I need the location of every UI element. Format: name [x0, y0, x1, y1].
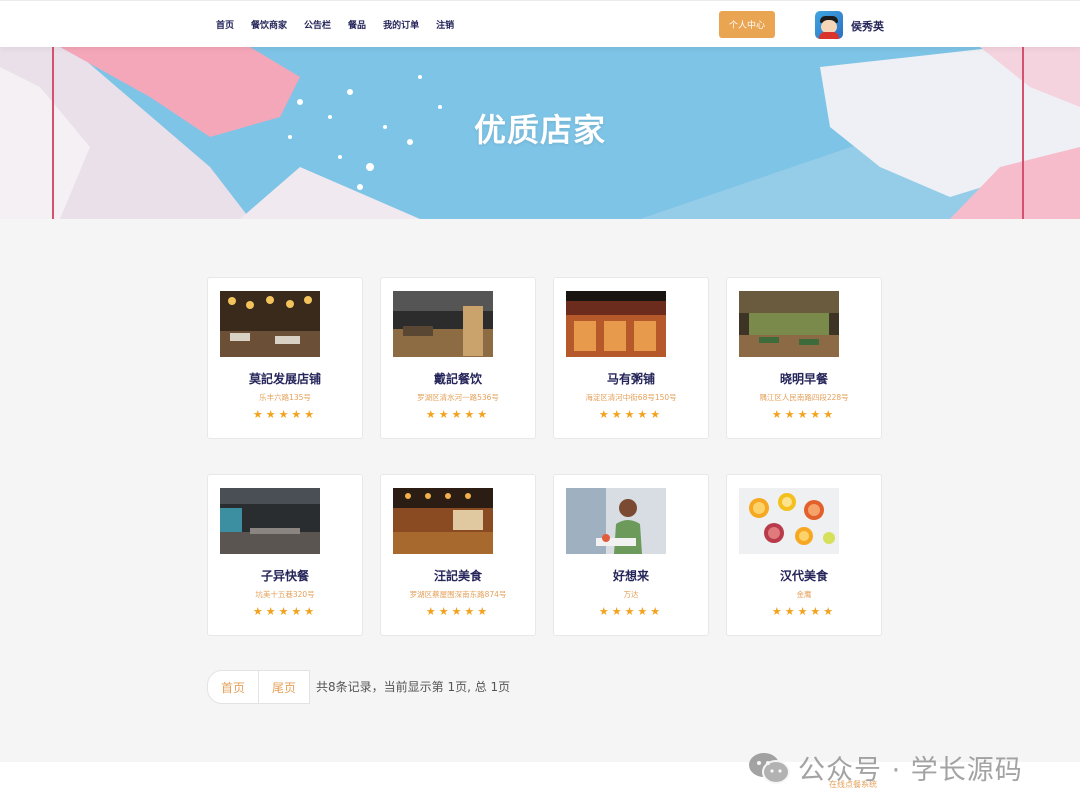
store-name: 子异快餐 — [260, 569, 309, 583]
wechat-icon — [749, 752, 790, 784]
top-navbar: 首页 餐饮商家 公告栏 餐品 我的订单 注销 个人中心 侯秀英 — [0, 0, 1080, 47]
store-photo — [566, 488, 666, 554]
store-address: 金鹰 — [796, 590, 812, 599]
nav-dishes[interactable]: 餐品 — [348, 18, 366, 31]
store-card[interactable]: 戴記餐饮 罗湖区清水河一路536号 ★★★★★ — [380, 277, 536, 439]
nav-my-orders[interactable]: 我的订单 — [383, 18, 419, 31]
username[interactable]: 侯秀英 — [851, 18, 884, 34]
watermark: 公众号 · 学长源码 — [748, 748, 1023, 787]
star-rating: ★★★★★ — [598, 408, 664, 421]
banner-title: 优质店家 — [473, 111, 606, 149]
nav-announcements[interactable]: 公告栏 — [304, 18, 331, 31]
store-card[interactable]: 马有粥铺 海淀区清河中街68号150号 ★★★★★ — [553, 277, 709, 439]
user-avatar[interactable] — [815, 11, 843, 39]
watermark-text: 公众号 · 学长源码 — [798, 755, 1023, 786]
store-card[interactable]: 汪記美食 罗湖区蔡屋围深南东路874号 ★★★★★ — [380, 474, 536, 636]
store-name: 好想来 — [612, 569, 649, 583]
store-name: 晓明早餐 — [779, 372, 828, 386]
star-rating: ★★★★★ — [771, 605, 837, 618]
star-rating: ★★★★★ — [425, 605, 491, 618]
store-address: 海淀区清河中街68号150号 — [585, 393, 677, 402]
nav-merchants[interactable]: 餐饮商家 — [251, 18, 287, 31]
store-name: 马有粥铺 — [606, 372, 655, 386]
store-photo — [220, 488, 320, 554]
star-rating: ★★★★★ — [252, 408, 318, 421]
store-card[interactable]: 好想来 万达 ★★★★★ — [553, 474, 709, 636]
pagination: 首页 尾页 — [207, 670, 310, 704]
store-address: 罗湖区清水河一路536号 — [417, 393, 499, 402]
star-rating: ★★★★★ — [425, 408, 491, 421]
nav-home[interactable]: 首页 — [216, 18, 234, 31]
star-rating: ★★★★★ — [771, 408, 837, 421]
star-rating: ★★★★★ — [252, 605, 318, 618]
store-photo — [220, 291, 320, 357]
store-card[interactable]: 子异快餐 坑美十五巷320号 ★★★★★ — [207, 474, 363, 636]
store-photo — [739, 291, 839, 357]
store-photo — [393, 291, 493, 357]
main-nav: 首页 餐饮商家 公告栏 餐品 我的订单 注销 — [216, 18, 471, 31]
store-photo — [566, 291, 666, 357]
store-name: 汪記美食 — [433, 569, 482, 583]
store-card[interactable]: 汉代美食 金鹰 ★★★★★ — [726, 474, 882, 636]
store-card[interactable]: 晓明早餐 隅江区人民南路四段228号 ★★★★★ — [726, 277, 882, 439]
nav-logout[interactable]: 注销 — [436, 18, 454, 31]
store-address: 隅江区人民南路四段228号 — [759, 393, 849, 402]
star-rating: ★★★★★ — [598, 605, 664, 618]
store-address: 罗湖区蔡屋围深南东路874号 — [409, 590, 507, 599]
store-name: 戴記餐饮 — [433, 372, 482, 386]
hero-banner: 优质店家 — [0, 47, 1080, 219]
personal-center-button[interactable]: 个人中心 — [719, 11, 775, 38]
store-address: 万达 — [623, 590, 639, 599]
store-address: 坑美十五巷320号 — [255, 590, 315, 599]
pagination-info: 共8条记录，当前显示第 1页, 总 1页 — [316, 680, 511, 694]
store-photo — [739, 488, 839, 554]
store-name: 汉代美食 — [779, 569, 828, 583]
last-page-button[interactable]: 尾页 — [258, 671, 309, 703]
first-page-button[interactable]: 首页 — [208, 671, 258, 703]
store-name: 莫記发展店铺 — [248, 372, 321, 386]
store-card[interactable]: 莫記发展店铺 乐丰六路135号 ★★★★★ — [207, 277, 363, 439]
store-address: 乐丰六路135号 — [259, 393, 311, 402]
store-photo — [393, 488, 493, 554]
